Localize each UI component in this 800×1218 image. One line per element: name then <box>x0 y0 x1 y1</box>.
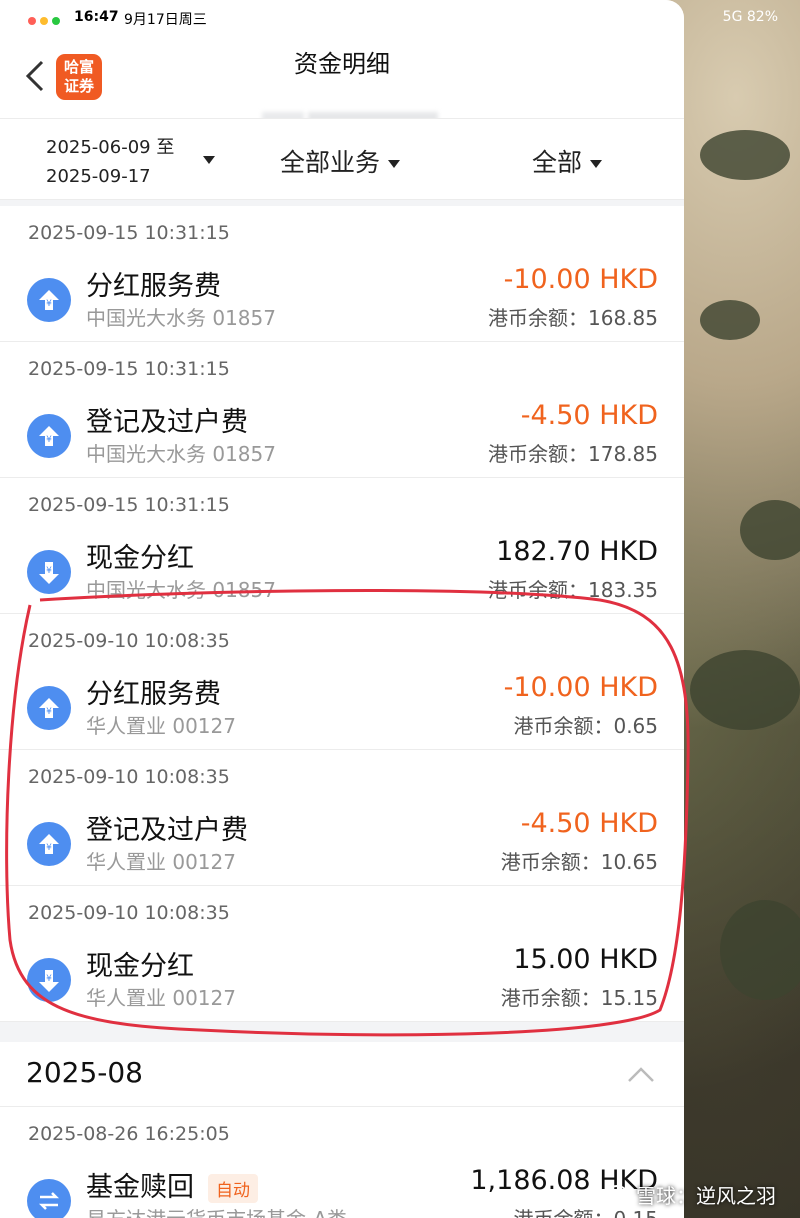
transaction-subtitle: 华人置业 00127 <box>86 850 236 874</box>
transaction-balance: 港币余额：178.85 <box>488 442 658 466</box>
download-yen-icon: ¥ <box>27 958 71 1002</box>
exchange-icon <box>27 1179 71 1218</box>
category-filter-label: 全部 <box>532 148 583 177</box>
chevron-up-icon[interactable] <box>626 1064 656 1084</box>
upload-yen-icon: ¥ <box>27 414 71 458</box>
transaction-time: 2025-09-15 10:31:15 <box>28 358 230 380</box>
filter-bar: 2025-06-09 至 2025-09-17 全部业务 全部 <box>0 118 684 200</box>
transaction-balance: 港币余额：0.65 <box>513 714 658 738</box>
transaction-subtitle: 华人置业 00127 <box>86 714 236 738</box>
upload-yen-icon: ¥ <box>27 686 71 730</box>
svg-text:¥: ¥ <box>46 299 52 309</box>
watermark-text: 雪球：逆风之羽 <box>636 1184 776 1208</box>
svg-text:¥: ¥ <box>46 566 52 576</box>
september-card: 2025-09-15 10:31:15 ¥ 分红服务费 中国光大水务 01857 -10… <box>0 206 684 1022</box>
upload-yen-icon: ¥ <box>27 822 71 866</box>
date-start: 2025-06-09 至 <box>46 137 175 158</box>
caret-down-icon <box>388 160 401 168</box>
transaction-title: 现金分红 <box>86 543 194 574</box>
svg-text:¥: ¥ <box>46 707 52 717</box>
auto-badge: 自动 <box>208 1174 258 1203</box>
transaction-amount: 182.70 HKD <box>496 536 658 567</box>
caret-down-icon <box>203 156 215 164</box>
august-card: 2025-08-26 16:25:05 基金赎回自动 易方达港元货币市场基金-A… <box>0 1107 684 1218</box>
month-label: 2025-08 <box>26 1056 143 1089</box>
month-header[interactable]: 2025-08 <box>0 1042 684 1107</box>
transaction-balance: 港币余额：15.15 <box>500 986 658 1010</box>
transaction-balance: 港币余额：10.65 <box>500 850 658 874</box>
business-filter[interactable]: 全部业务 <box>280 143 401 179</box>
transaction-time: 2025-09-10 10:08:35 <box>28 902 230 924</box>
transaction-amount: -4.50 HKD <box>520 400 658 431</box>
transaction-time: 2025-09-10 10:08:35 <box>28 630 230 652</box>
transaction-row[interactable]: 2025-09-15 10:31:15 ¥ 登记及过户费中国光大水务 01857 -4… <box>0 342 684 478</box>
transaction-time: 2025-08-26 16:25:05 <box>28 1123 230 1145</box>
transaction-subtitle: 中国光大水务 01857 <box>86 306 276 330</box>
snowball-logo-icon <box>604 1184 630 1211</box>
system-status-bar: 5G 82% <box>0 0 800 34</box>
category-filter[interactable]: 全部 <box>532 143 603 179</box>
transaction-subtitle: 中国光大水务 01857 <box>86 442 276 466</box>
transaction-row[interactable]: 2025-09-10 10:08:35 ¥ 分红服务费华人置业 00127 -10.0… <box>0 614 684 750</box>
transaction-title: 分红服务费 <box>86 271 221 302</box>
download-yen-icon: ¥ <box>27 550 71 594</box>
transaction-amount: -4.50 HKD <box>520 808 658 839</box>
transaction-balance: 港币余额：168.85 <box>488 306 658 330</box>
battery-network-status: 5G 82% <box>722 9 778 25</box>
transaction-subtitle: 易方达港元货币市场基金-A类 <box>86 1203 347 1218</box>
transaction-row[interactable]: 2025-08-26 16:25:05 基金赎回自动 易方达港元货币市场基金-A… <box>0 1107 684 1218</box>
transaction-title: 登记及过户费 <box>86 815 248 846</box>
transaction-list: 2025-09-15 10:31:15 ¥ 分红服务费 中国光大水务 01857 -10… <box>0 206 684 1218</box>
transaction-row[interactable]: 2025-09-10 10:08:35 ¥ 登记及过户费华人置业 00127 -4.5… <box>0 750 684 886</box>
transaction-amount: 15.00 HKD <box>513 944 658 975</box>
transaction-balance: 港币余额：183.35 <box>488 578 658 602</box>
transaction-amount: -10.00 HKD <box>503 672 658 703</box>
business-filter-label: 全部业务 <box>280 148 381 177</box>
transaction-row[interactable]: 2025-09-15 10:31:15 ¥ 现金分红中国光大水务 01857 182.… <box>0 478 684 614</box>
transaction-time: 2025-09-15 10:31:15 <box>28 494 230 516</box>
watermark: 雪球：逆风之羽 <box>604 1180 776 1211</box>
caret-down-icon <box>590 160 603 168</box>
transaction-row[interactable]: 2025-09-10 10:08:35 ¥ 现金分红华人置业 00127 15.00 … <box>0 886 684 1022</box>
transaction-title: 登记及过户费 <box>86 407 248 438</box>
transaction-time: 2025-09-10 10:08:35 <box>28 766 230 788</box>
nav-header: 哈富 证券 资金明细 <box>0 34 684 140</box>
transaction-title-text: 基金赎回 <box>86 1172 194 1203</box>
transaction-amount: -10.00 HKD <box>503 264 658 295</box>
logo-text-bottom: 证券 <box>63 77 94 95</box>
transaction-subtitle: 华人置业 00127 <box>86 986 236 1010</box>
date-end: 2025-09-17 <box>46 166 151 187</box>
svg-text:¥: ¥ <box>46 435 52 445</box>
transaction-subtitle: 中国光大水务 01857 <box>86 578 276 602</box>
upload-yen-icon: ¥ <box>27 278 71 322</box>
svg-text:¥: ¥ <box>46 974 52 984</box>
app-window: 16:47 9月17日周三 哈富 证券 资金明细 2025-06-09 至 20… <box>0 0 684 1218</box>
transaction-time: 2025-09-15 10:31:15 <box>28 222 230 244</box>
date-range-filter[interactable]: 2025-06-09 至 2025-09-17 <box>46 133 174 191</box>
section-separator <box>0 1022 684 1042</box>
transaction-title: 现金分红 <box>86 951 194 982</box>
transaction-title: 基金赎回 自动 <box>86 1165 258 1204</box>
page-title: 资金明细 <box>294 50 390 78</box>
svg-text:¥: ¥ <box>46 843 52 853</box>
transaction-title: 分红服务费 <box>86 679 221 710</box>
transaction-row[interactable]: 2025-09-15 10:31:15 ¥ 分红服务费中国光大水务 01857 -10… <box>0 206 684 342</box>
